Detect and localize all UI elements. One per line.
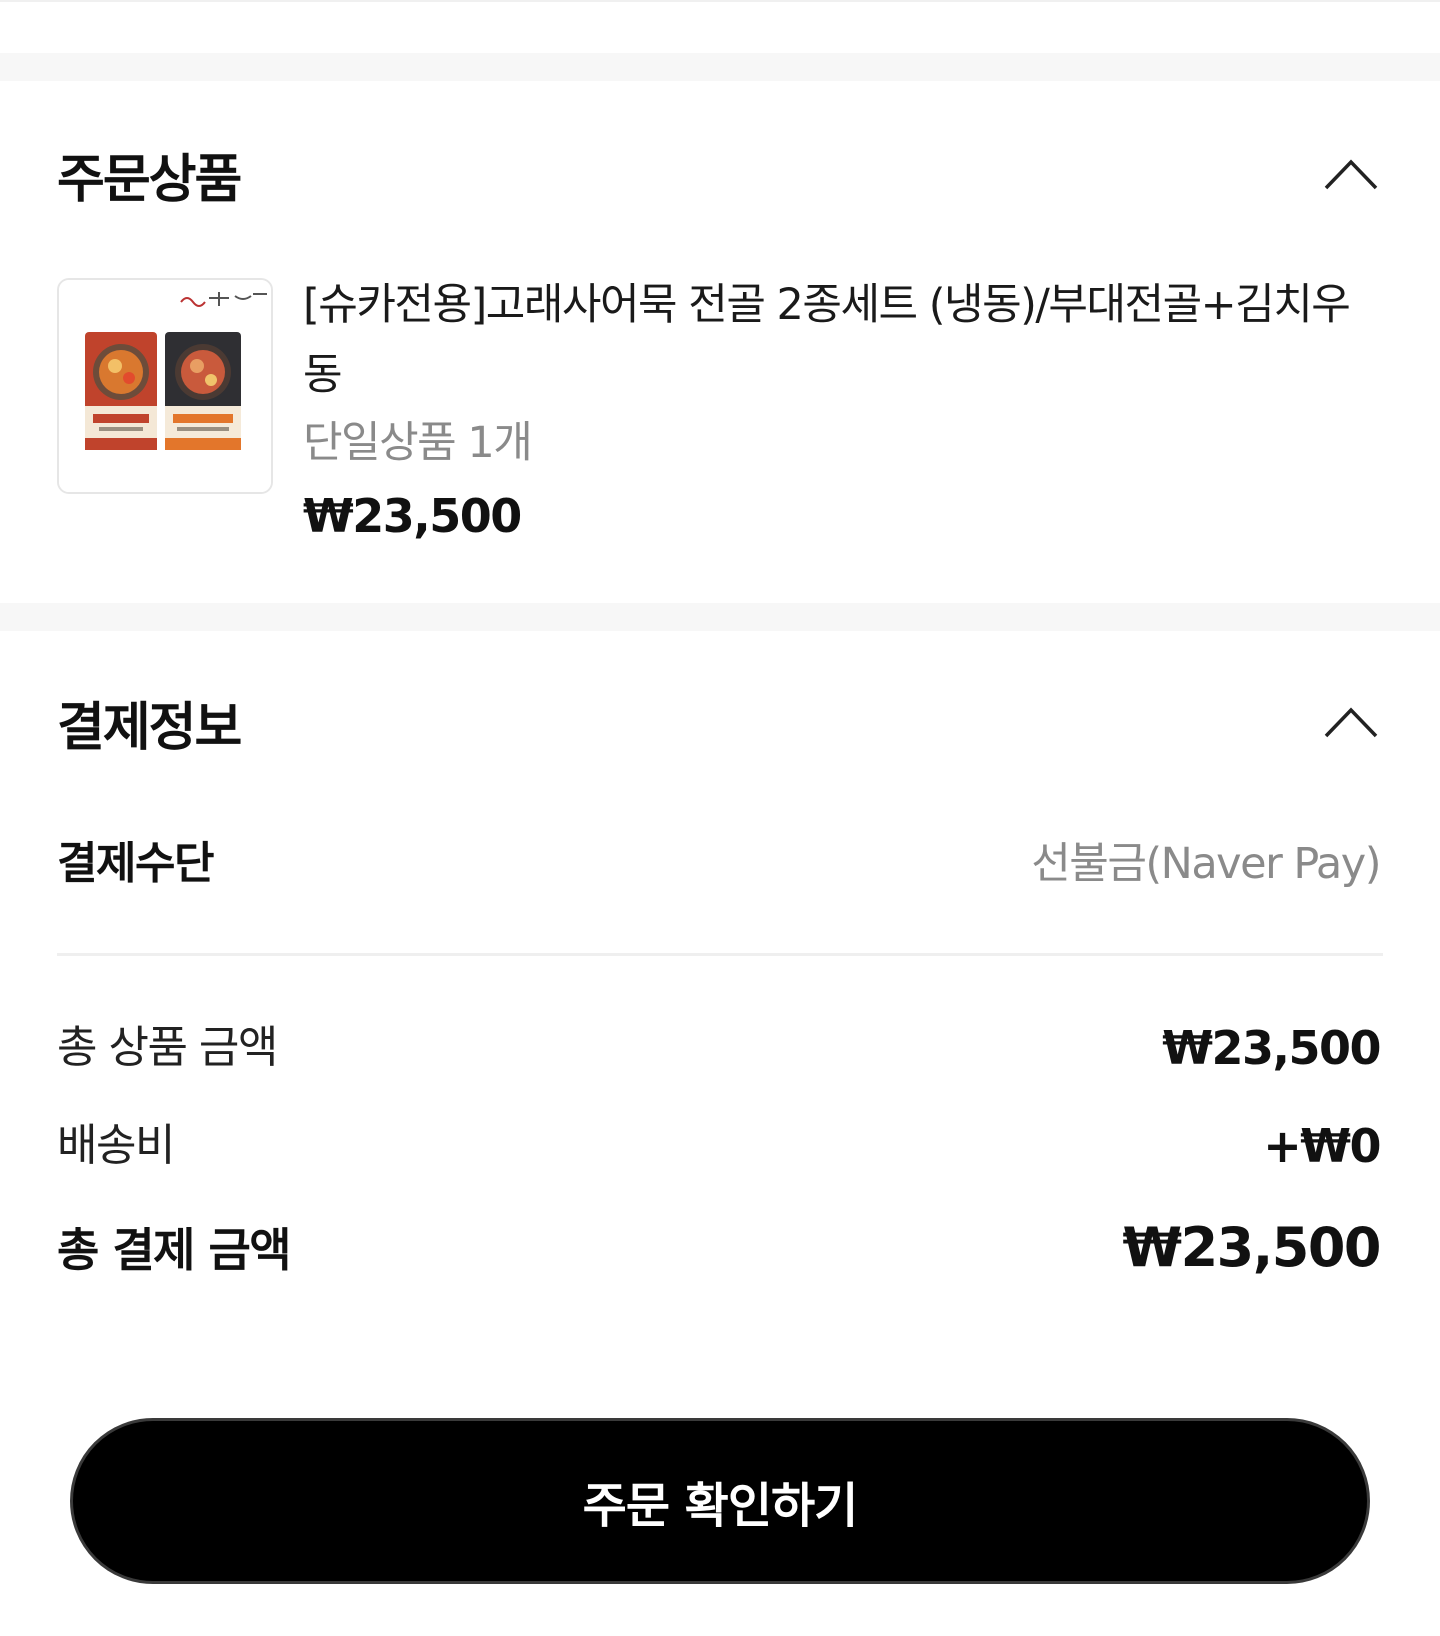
payment-section-title: 결제정보 <box>57 698 242 758</box>
chevron-up-icon[interactable] <box>1323 156 1379 192</box>
shipping-label: 배송비 <box>57 1120 175 1171</box>
subtotal-label: 총 상품 금액 <box>57 1022 278 1073</box>
payment-method-label: 결제수단 <box>57 838 214 889</box>
product-name[interactable]: [슈카전용]고래사어묵 전골 2종세트 (냉동)/부대전골+김치우동 <box>303 270 1383 410</box>
divider <box>57 953 1383 956</box>
chevron-up-icon[interactable] <box>1323 704 1379 740</box>
total-value: ₩23,500 <box>1122 1216 1382 1279</box>
shipping-value: +₩0 <box>1263 1119 1381 1173</box>
order-section-title: 주문상품 <box>57 150 242 210</box>
order-confirm-page: 주문상품 [슈카전용]고래사어묵 전골 2종세트 (냉동)/부대전골+김치우동 … <box>0 0 1440 1636</box>
total-label: 총 결제 금액 <box>57 1223 292 1277</box>
product-image-icon <box>59 280 271 492</box>
confirm-order-button-label: 주문 확인하기 <box>582 1478 859 1534</box>
payment-method-value: 선불금(Naver Pay) <box>1031 839 1381 889</box>
product-image[interactable] <box>57 278 273 494</box>
subtotal-value: ₩23,500 <box>1162 1021 1381 1075</box>
product-price: ₩23,500 <box>303 489 522 543</box>
top-divider <box>0 0 1440 2</box>
section-separator <box>0 53 1440 81</box>
product-option: 단일상품 1개 <box>303 418 533 468</box>
section-separator <box>0 603 1440 631</box>
confirm-order-button[interactable]: 주문 확인하기 <box>70 1418 1370 1584</box>
